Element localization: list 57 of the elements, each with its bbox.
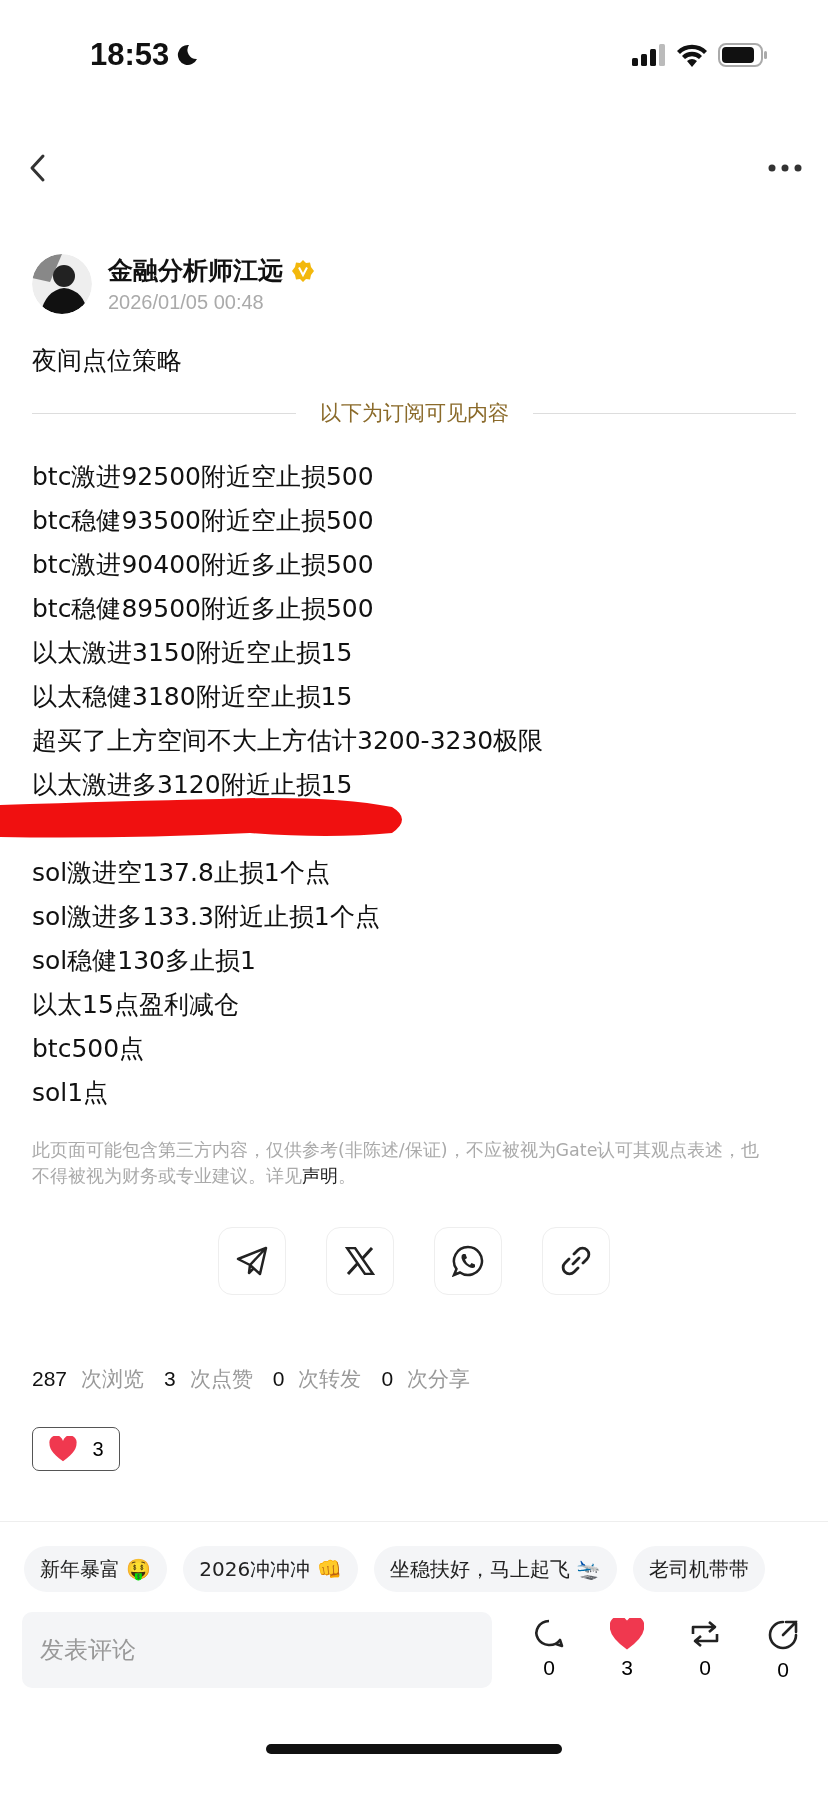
like-action[interactable]: 3 (606, 1618, 648, 1682)
moon-icon (175, 43, 200, 67)
repost-action[interactable]: 0 (684, 1618, 726, 1682)
topic-tag[interactable]: 坐稳扶好，马上起飞 🛬 (373, 1546, 617, 1592)
repost-icon (689, 1618, 721, 1650)
topic-tag[interactable]: 2026冲冲冲 👊 (183, 1546, 358, 1592)
post-date: 2026/01/05 00:48 (108, 291, 265, 314)
post-line: btc稳健89500附近多止损500 (32, 593, 375, 625)
post-line: btc激进90400附近多止损500 (32, 549, 375, 581)
subscriber-divider-label: 以下为订阅可见内容 (319, 400, 509, 427)
post-line: btc500点 (32, 1033, 146, 1065)
reaction-button[interactable]: 3 (32, 1427, 120, 1471)
stat-label: 次点赞 (189, 1366, 253, 1393)
share-icon (766, 1618, 800, 1652)
post-line: sol稳健130多止损1 (32, 945, 257, 977)
stat-label: 次转发 (298, 1366, 362, 1393)
stat-count: 0 (381, 1367, 394, 1391)
comment-icon (533, 1618, 565, 1650)
status-time: 18:53 (90, 37, 170, 73)
heart-icon (48, 1435, 79, 1463)
statement-link[interactable]: 声明 (302, 1166, 338, 1186)
heart-icon (610, 1618, 644, 1650)
comment-field[interactable]: 发表评论 (22, 1612, 492, 1688)
stat-label: 次分享 (407, 1366, 471, 1393)
share-button[interactable] (218, 1227, 286, 1295)
stat-count: 287 (32, 1367, 68, 1391)
wifi-icon (676, 43, 708, 67)
post-line: sol激进多133.3附近止损1个点 (32, 901, 381, 933)
share-button[interactable] (542, 1227, 610, 1295)
phone-bubble-icon (452, 1245, 484, 1277)
post-line: sol激进空137.8止损1个点 (32, 857, 331, 889)
more-icon[interactable] (768, 164, 802, 172)
stat-count: 3 (164, 1367, 176, 1391)
post-line: btc稳健93500附近空止损500 (32, 505, 375, 537)
battery-icon (718, 43, 768, 67)
post-line: 以太激进3150附近空止损15 (32, 637, 354, 669)
share-button[interactable] (434, 1227, 502, 1295)
link-icon (560, 1245, 592, 1277)
post-title: 夜间点位策略 (32, 345, 183, 377)
post-line: 以太激进多3120附近止损15 (32, 769, 354, 801)
share-action[interactable]: 0 (762, 1618, 804, 1682)
stat-label: 次浏览 (81, 1366, 145, 1393)
post-line: 以太15点盈利减仓 (32, 989, 240, 1021)
share-button[interactable] (326, 1227, 394, 1295)
post-line: 超买了上方空间不大上方估计3200-3230极限 (32, 725, 545, 757)
send-icon (236, 1246, 268, 1276)
post-line: sol1点 (32, 1077, 110, 1109)
author-name[interactable]: 金融分析师江远 (108, 254, 283, 287)
signal-icon (632, 44, 666, 66)
post-line: 以太稳健3180附近空止损15 (32, 681, 354, 713)
topic-tag[interactable]: 新年暴富 🤑 (24, 1546, 168, 1592)
post-line: btc激进92500附近空止损500 (32, 461, 375, 493)
topic-tag[interactable]: 老司机带带 (633, 1546, 765, 1592)
stat-count: 0 (272, 1367, 285, 1391)
disclaimer-text: 此页面可能包含第三方内容，仅供参考(非陈述/保证)，不应被视为Gate认可其观点表述，也不得被视为财务或专业建议。详见声明。 (32, 1139, 761, 1188)
x-logo-icon (345, 1247, 375, 1275)
comment-action[interactable]: 0 (528, 1618, 570, 1682)
